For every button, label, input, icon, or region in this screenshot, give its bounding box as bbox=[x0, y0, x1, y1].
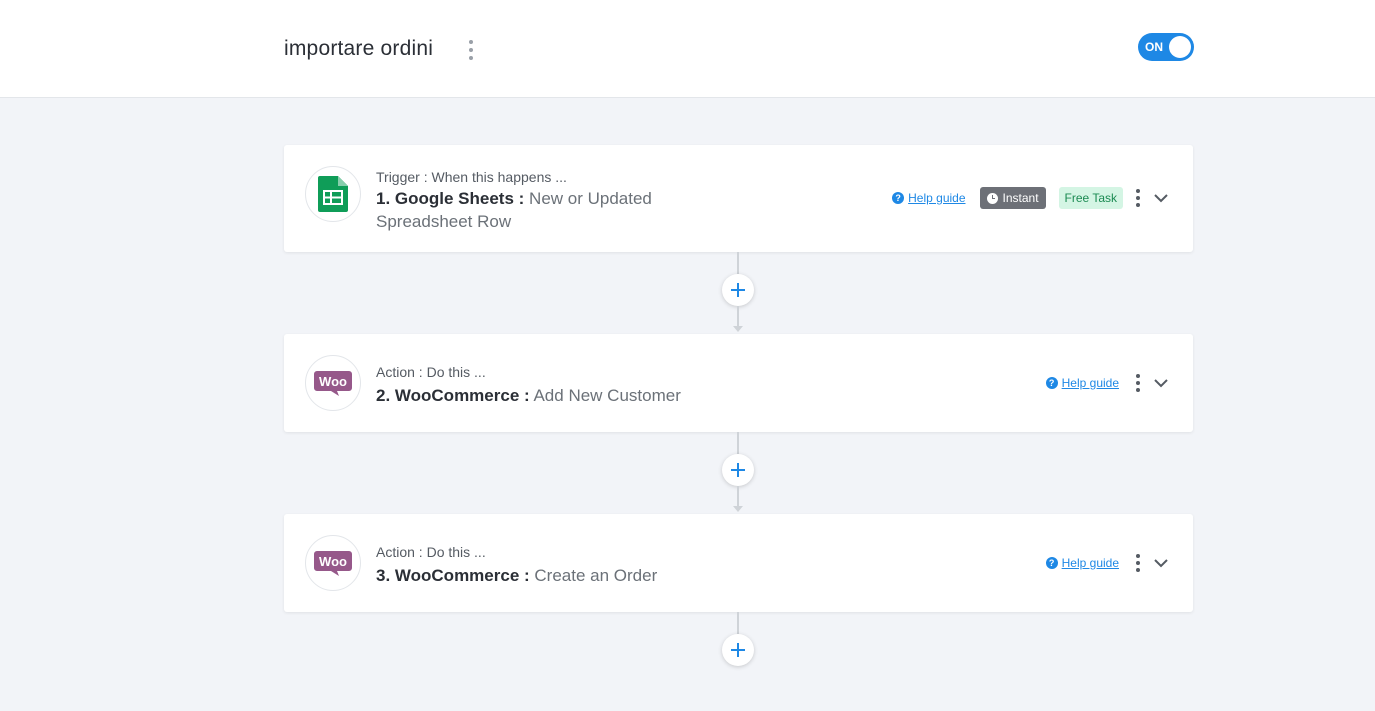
connector-arrow bbox=[733, 506, 743, 512]
help-guide-label: Help guide bbox=[1061, 556, 1119, 570]
chevron-down-icon[interactable] bbox=[1153, 190, 1169, 206]
step-tools: ? Help guide bbox=[1045, 551, 1169, 575]
step-app-name: 1. Google Sheets : bbox=[376, 189, 525, 208]
step-card-trigger[interactable]: Trigger : When this happens ... 1. Googl… bbox=[284, 145, 1193, 252]
add-step-button[interactable] bbox=[722, 454, 754, 486]
add-step-button[interactable] bbox=[722, 274, 754, 306]
step-tools: ? Help guide bbox=[1045, 371, 1169, 395]
step-event-name: Add New Customer bbox=[533, 386, 681, 405]
woocommerce-icon: Woo bbox=[305, 355, 361, 411]
connector-line bbox=[737, 252, 739, 274]
woocommerce-icon: Woo bbox=[305, 535, 361, 591]
clock-icon bbox=[986, 192, 998, 204]
step-title: 2. WooCommerce : Add New Customer bbox=[376, 384, 681, 407]
help-guide-link[interactable]: ? Help guide bbox=[892, 191, 966, 205]
step-title: 1. Google Sheets : New or Updated Spread… bbox=[376, 187, 676, 233]
google-sheets-icon bbox=[305, 166, 361, 222]
question-icon: ? bbox=[892, 192, 905, 204]
connector-arrow bbox=[733, 326, 743, 332]
toggle-label: ON bbox=[1145, 40, 1163, 54]
connector-line bbox=[737, 612, 739, 634]
flow-header: importare ordini ON bbox=[0, 0, 1375, 98]
flow-menu-icon[interactable] bbox=[466, 40, 476, 60]
instant-label: Instant bbox=[1002, 191, 1039, 205]
add-step-button[interactable] bbox=[722, 634, 754, 666]
woo-text: Woo bbox=[319, 554, 347, 569]
question-icon: ? bbox=[1045, 557, 1058, 569]
step-event-name: Create an Order bbox=[534, 566, 658, 585]
step-menu-icon[interactable] bbox=[1133, 554, 1143, 572]
free-task-badge: Free Task bbox=[1058, 187, 1123, 209]
question-icon: ? bbox=[1045, 377, 1058, 389]
help-guide-link[interactable]: ? Help guide bbox=[1045, 556, 1119, 570]
step-app-name: 3. WooCommerce : bbox=[376, 566, 530, 585]
connector-line bbox=[737, 306, 739, 326]
help-guide-label: Help guide bbox=[1061, 376, 1119, 390]
chevron-down-icon[interactable] bbox=[1153, 375, 1169, 391]
step-type-label: Trigger : When this happens ... bbox=[376, 169, 567, 185]
step-tools: ? Help guide Instant Free Task bbox=[892, 186, 1169, 210]
step-app-name: 2. WooCommerce : bbox=[376, 386, 530, 405]
step-title: 3. WooCommerce : Create an Order bbox=[376, 564, 657, 587]
toggle-knob bbox=[1169, 36, 1191, 58]
step-type-label: Action : Do this ... bbox=[376, 364, 486, 380]
flow-on-toggle[interactable]: ON bbox=[1138, 33, 1194, 61]
step-menu-icon[interactable] bbox=[1133, 189, 1143, 207]
step-card-action-1[interactable]: Woo Action : Do this ... 2. WooCommerce … bbox=[284, 334, 1193, 432]
woo-text: Woo bbox=[319, 374, 347, 389]
instant-badge: Instant bbox=[979, 187, 1046, 209]
help-guide-link[interactable]: ? Help guide bbox=[1045, 376, 1119, 390]
step-type-label: Action : Do this ... bbox=[376, 544, 486, 560]
chevron-down-icon[interactable] bbox=[1153, 555, 1169, 571]
connector-line bbox=[737, 432, 739, 454]
step-card-action-2[interactable]: Woo Action : Do this ... 3. WooCommerce … bbox=[284, 514, 1193, 612]
help-guide-label: Help guide bbox=[908, 191, 966, 205]
connector-line bbox=[737, 486, 739, 506]
step-menu-icon[interactable] bbox=[1133, 374, 1143, 392]
flow-title[interactable]: importare ordini bbox=[284, 37, 433, 61]
